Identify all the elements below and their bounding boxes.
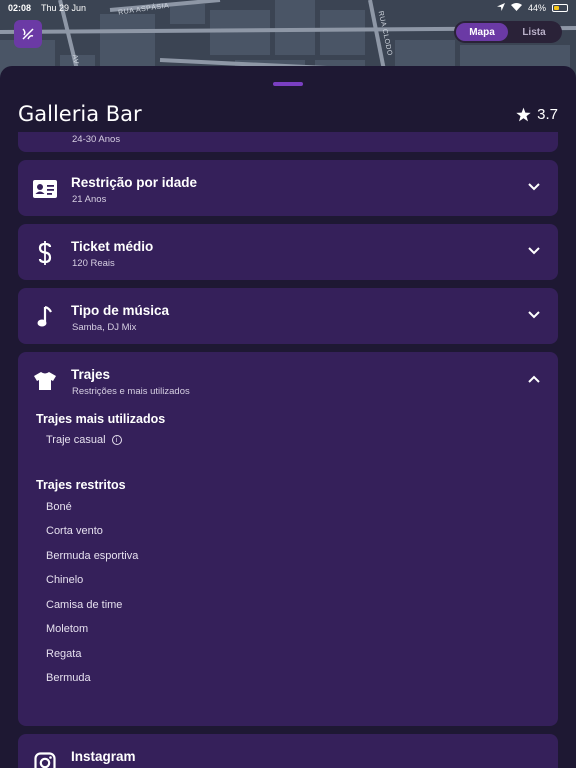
age-restriction-card[interactable]: Restrição por idade 21 Anos (18, 160, 558, 216)
restricted-attire-item: Bermuda esportiva (46, 550, 139, 562)
average-ticket-card[interactable]: Ticket médio 120 Reais (18, 224, 558, 280)
info-icon[interactable]: i (111, 435, 122, 446)
restricted-attire-item: Regata (46, 648, 82, 660)
wifi-icon (510, 3, 522, 13)
rating-value: 3.7 (537, 105, 558, 123)
status-date: Thu 29 Jun (41, 3, 87, 13)
sheet-drag-handle[interactable] (273, 82, 303, 86)
attire-card[interactable]: Trajes Restrições e mais utilizados Traj… (18, 352, 558, 726)
app-logo-button[interactable] (14, 20, 42, 48)
restricted-attire-item: Camisa de time (46, 599, 123, 611)
age-range-value: 24-30 Anos (72, 134, 121, 145)
venue-detail-sheet: 24-30 Anos Restrição por idade 21 Anos T… (0, 66, 576, 768)
shirt-icon (32, 370, 58, 392)
view-toggle[interactable]: Mapa Lista (454, 21, 562, 43)
sheet-header: Galleria Bar 3.7 (0, 96, 576, 132)
location-icon (496, 3, 505, 13)
card-title: Ticket médio (71, 239, 154, 254)
attire-label: Traje casual (46, 434, 106, 446)
restricted-attire-heading: Trajes restritos (36, 478, 126, 492)
chevron-down-icon[interactable] (528, 182, 540, 192)
id-card-icon (32, 178, 58, 200)
list-tab[interactable]: Lista (508, 23, 560, 41)
card-subtitle: 21 Anos (72, 194, 107, 205)
instagram-icon (32, 752, 58, 768)
restricted-attire-item: Boné (46, 501, 72, 513)
battery-percent: 44% (527, 3, 546, 13)
restricted-attire-item: Moletom (46, 623, 89, 635)
battery-icon (552, 4, 568, 12)
chevron-down-icon[interactable] (528, 310, 540, 320)
restricted-attire-item: Chinelo (46, 574, 84, 586)
instagram-card[interactable]: Instagram (18, 734, 558, 768)
chevron-up-icon[interactable] (528, 374, 540, 384)
card-subtitle: Restrições e mais utilizados (72, 386, 190, 397)
dollar-icon (32, 241, 58, 265)
venue-name: Galleria Bar (18, 102, 142, 126)
card-subtitle: Samba, DJ Mix (72, 322, 137, 333)
card-subtitle: 120 Reais (72, 258, 115, 269)
card-title: Tipo de música (71, 303, 170, 318)
restricted-attire-item: Bermuda (46, 672, 91, 684)
venue-rating: 3.7 (516, 106, 558, 123)
card-title: Restrição por idade (71, 175, 198, 190)
street-label: AV (70, 54, 80, 65)
chevron-down-icon[interactable] (528, 246, 540, 256)
app-logo-icon (22, 28, 34, 40)
restricted-attire-item: Corta vento (46, 525, 103, 537)
map-tab[interactable]: Mapa (456, 23, 508, 41)
status-bar: 02:08 Thu 29 Jun 44% (0, 0, 576, 16)
star-icon (516, 107, 531, 121)
status-time: 02:08 (8, 3, 32, 13)
music-note-icon (32, 306, 58, 328)
most-used-attire-heading: Trajes mais utilizados (36, 412, 166, 426)
music-type-card[interactable]: Tipo de música Samba, DJ Mix (18, 288, 558, 344)
card-title: Instagram (71, 749, 136, 764)
most-used-attire-item[interactable]: Traje casual i (46, 434, 122, 446)
card-title: Trajes (71, 367, 111, 382)
